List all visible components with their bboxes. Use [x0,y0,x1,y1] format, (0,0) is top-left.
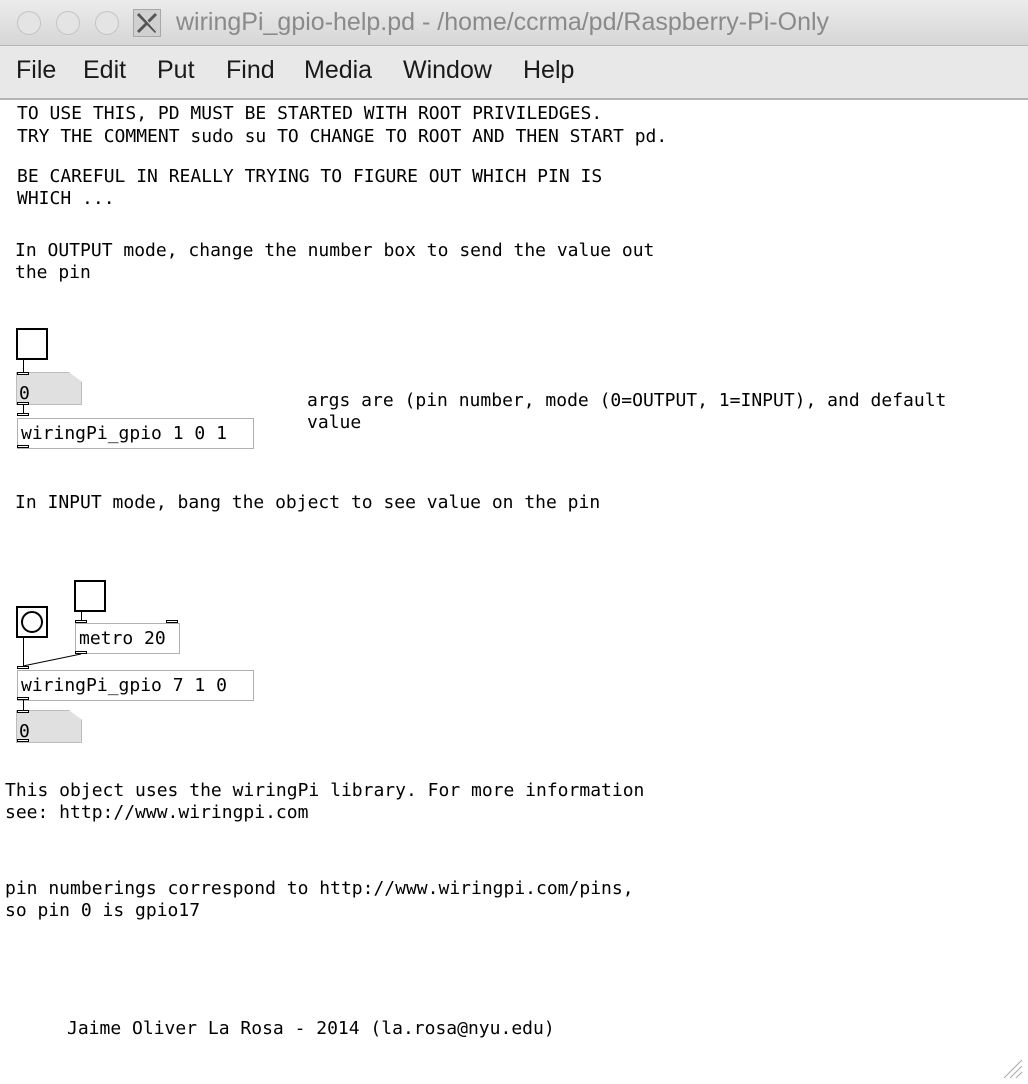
numbox-input-inlet [17,710,29,713]
zoom-button-icon[interactable] [95,11,119,35]
menu-edit[interactable]: Edit [83,56,126,85]
wire-metro-to-gpio [22,653,82,667]
number-box-output-value: 0 [19,383,30,404]
resize-grip-icon[interactable] [1000,1056,1024,1080]
x11-icon [133,9,161,37]
comment-root-line1: TO USE THIS, PD MUST BE STARTED WITH ROO… [17,103,603,124]
bang-input[interactable] [16,606,48,638]
window-title: wiringPi_gpio-help.pd - /home/ccrma/pd/R… [176,8,830,36]
menu-bar: File Edit Put Find Media Window Help [0,46,1028,100]
comment-args-line1: args are (pin number, mode (0=OUTPUT, 1=… [307,390,947,411]
comment-output-line1: In OUTPUT mode, change the number box to… [15,240,655,261]
bang-circle [21,611,43,633]
metro-right-inlet [166,620,178,623]
object-metro[interactable]: metro 20 [75,623,180,654]
wire-numbox-to-gpio [23,405,24,413]
number-box-output[interactable]: 0 [16,372,82,405]
comment-careful-line1: BE CAREFUL IN REALLY TRYING TO FIGURE OU… [17,166,603,187]
comment-root-line2: TRY THE COMMENT sudo su TO CHANGE TO ROO… [17,126,668,147]
gpio-input-inlet [17,666,29,669]
toggle-metro[interactable] [74,580,106,612]
wire-toggle-to-numbox [23,360,24,372]
object-wiringpi-gpio-input-label: wiringPi_gpio 7 1 0 [21,675,227,696]
patch-canvas[interactable]: TO USE THIS, PD MUST BE STARTED WITH ROO… [0,100,1028,1084]
minimize-button-icon[interactable] [56,11,80,35]
comment-pins-line1: pin numberings correspond to http://www.… [5,878,634,899]
object-metro-label: metro 20 [79,628,166,649]
menu-put[interactable]: Put [157,56,195,85]
comment-args-line2: value [307,412,362,433]
object-wiringpi-gpio-input[interactable]: wiringPi_gpio 7 1 0 [17,670,254,701]
object-wiringpi-gpio-output[interactable]: wiringPi_gpio 1 0 1 [17,418,254,449]
toggle-output[interactable] [16,328,48,360]
metro-left-inlet [75,620,87,623]
gpio-output-outlet [17,445,29,448]
menu-window[interactable]: Window [403,56,492,85]
menu-file[interactable]: File [16,56,56,85]
object-wiringpi-gpio-output-label: wiringPi_gpio 1 0 1 [21,423,227,444]
menu-help[interactable]: Help [523,56,574,85]
title-bar: wiringPi_gpio-help.pd - /home/ccrma/pd/R… [0,0,1028,46]
gpio-output-inlet [17,413,29,416]
comment-output-line2: the pin [15,262,91,283]
menu-media[interactable]: Media [304,56,372,85]
comment-careful-line2: WHICH ... [17,188,115,209]
numbox-input-outlet [17,739,29,742]
comment-author: Jaime Oliver La Rosa - 2014 (la.rosa@nyu… [67,1018,555,1039]
close-button-icon[interactable] [17,11,41,35]
menu-find[interactable]: Find [226,56,275,85]
comment-pins-line2: so pin 0 is gpio17 [5,900,201,921]
numbox-output-inlet [17,372,29,375]
comment-input: In INPUT mode, bang the object to see va… [15,492,601,513]
comment-library-line1: This object uses the wiringPi library. F… [5,780,645,801]
wire-gpio-to-numbox [23,700,24,710]
comment-library-line2: see: http://www.wiringpi.com [5,802,309,823]
